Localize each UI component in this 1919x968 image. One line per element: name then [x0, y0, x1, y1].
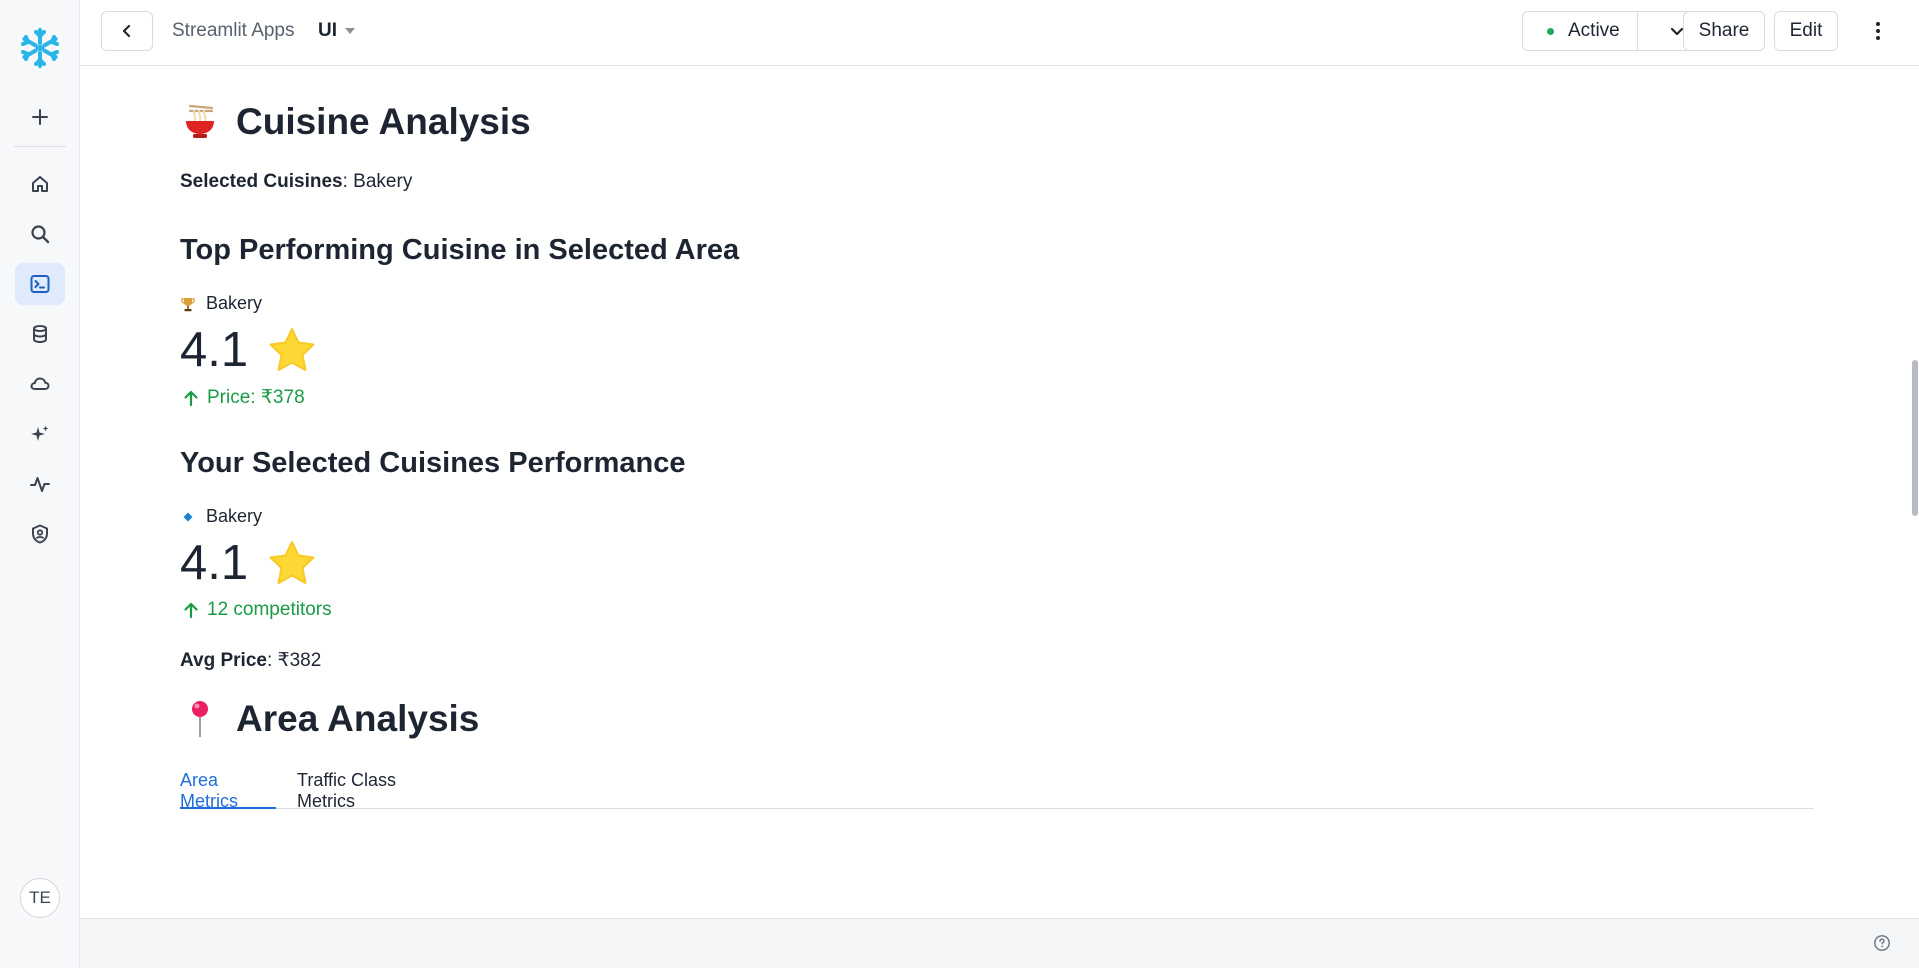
nav-monitoring[interactable]	[15, 463, 65, 505]
nav-divider	[14, 146, 66, 147]
avatar-initials: TE	[29, 888, 51, 907]
nav-admin[interactable]	[15, 513, 65, 555]
top-cuisine-rating-metric: 4.1	[180, 322, 316, 378]
cloud-icon	[30, 377, 50, 390]
terminal-icon	[30, 275, 50, 293]
area-analysis-title: Area Analysis	[236, 698, 480, 739]
your-cuisine-rating: 4.1	[180, 536, 249, 590]
shield-icon	[32, 524, 48, 544]
status-label: Active	[1568, 20, 1620, 41]
top-cuisine-rating: 4.1	[180, 323, 249, 377]
cuisine-analysis-title: Cuisine Analysis	[236, 101, 531, 142]
avg-price-line: Avg Price: ₹382	[180, 649, 321, 672]
database-icon	[33, 325, 47, 344]
activity-icon	[30, 477, 50, 492]
sparkle-icon	[31, 425, 49, 441]
selected-cuisines-label: Selected Cuisines	[180, 171, 343, 192]
selected-cuisines-line: Selected Cuisines: Bakery	[180, 171, 412, 193]
tab-traffic-class-metrics[interactable]: Traffic Class Metrics	[297, 770, 451, 811]
top-cuisine-name: Bakery	[206, 293, 263, 313]
your-cuisine-delta: 12 competitors	[182, 599, 332, 621]
app-name: UI	[318, 20, 337, 41]
user-avatar[interactable]: TE	[20, 878, 60, 918]
scrollbar-thumb[interactable]	[1912, 360, 1918, 516]
edit-button[interactable]: Edit	[1774, 11, 1838, 51]
more-options-button[interactable]	[1861, 14, 1895, 48]
avg-price-value: : ₹382	[266, 650, 322, 671]
share-button[interactable]: Share	[1683, 11, 1765, 51]
tab-area-metrics[interactable]: Area Metrics	[180, 770, 276, 811]
nav-data[interactable]	[15, 313, 65, 355]
your-cuisine-name: Bakery	[206, 506, 263, 526]
footer-bar	[80, 918, 1919, 968]
selected-cuisines-value: : Bakery	[342, 171, 413, 192]
round-pushpin-icon	[192, 701, 208, 737]
nav-home[interactable]	[15, 163, 65, 205]
app-content: Cuisine Analysis Selected Cuisines: Bake…	[80, 66, 1919, 920]
your-cuisine-label: Bakery	[180, 506, 262, 527]
nav-cloud[interactable]	[15, 363, 65, 405]
home-icon	[32, 176, 48, 192]
nav-projects[interactable]	[15, 263, 65, 305]
area-tabs: Area Metrics Traffic Class Metrics	[180, 770, 1814, 811]
plus-icon	[32, 109, 48, 125]
snowflake-logo-icon[interactable]	[18, 26, 62, 70]
top-cuisine-label: Bakery	[180, 293, 262, 314]
app-name-dropdown[interactable]: UI	[318, 20, 355, 42]
help-icon[interactable]	[1873, 934, 1891, 952]
search-icon	[31, 225, 50, 244]
nav-ai[interactable]	[15, 413, 65, 455]
avg-price-label: Avg Price	[180, 650, 267, 671]
top-cuisine-price: Price: ₹378	[207, 387, 305, 408]
top-performing-heading: Top Performing Cuisine in Selected Area	[180, 234, 740, 266]
top-cuisine-delta: Price: ₹378	[182, 386, 305, 409]
noodle-bowl-icon	[186, 104, 214, 138]
vertical-dots-icon	[1876, 22, 1880, 40]
area-analysis-heading: Area Analysis	[180, 698, 479, 740]
nav-search[interactable]	[15, 213, 65, 255]
cuisine-analysis-heading: Cuisine Analysis	[180, 101, 531, 143]
caret-down-icon	[345, 28, 355, 34]
your-cuisine-rating-metric: 4.1	[180, 535, 316, 591]
breadcrumb-streamlit-apps[interactable]: Streamlit Apps	[172, 20, 295, 42]
star-icon	[269, 328, 315, 371]
competitors-count: 12 competitors	[207, 599, 332, 620]
status-dot-icon	[1547, 27, 1554, 35]
chevron-left-icon	[122, 24, 131, 38]
star-icon	[269, 541, 315, 584]
arrow-up-icon	[184, 390, 198, 406]
trophy-icon	[181, 297, 195, 311]
left-nav-rail: TE	[0, 0, 80, 968]
blue-diamond-icon	[183, 512, 193, 521]
add-button[interactable]	[15, 96, 65, 138]
selected-cuisines-performance-heading: Your Selected Cuisines Performance	[180, 447, 686, 479]
back-button[interactable]	[101, 11, 153, 51]
status-button[interactable]: Active	[1523, 12, 1638, 50]
top-bar: Streamlit Apps UI Active Share Edit	[80, 0, 1919, 66]
arrow-up-icon	[184, 602, 198, 619]
